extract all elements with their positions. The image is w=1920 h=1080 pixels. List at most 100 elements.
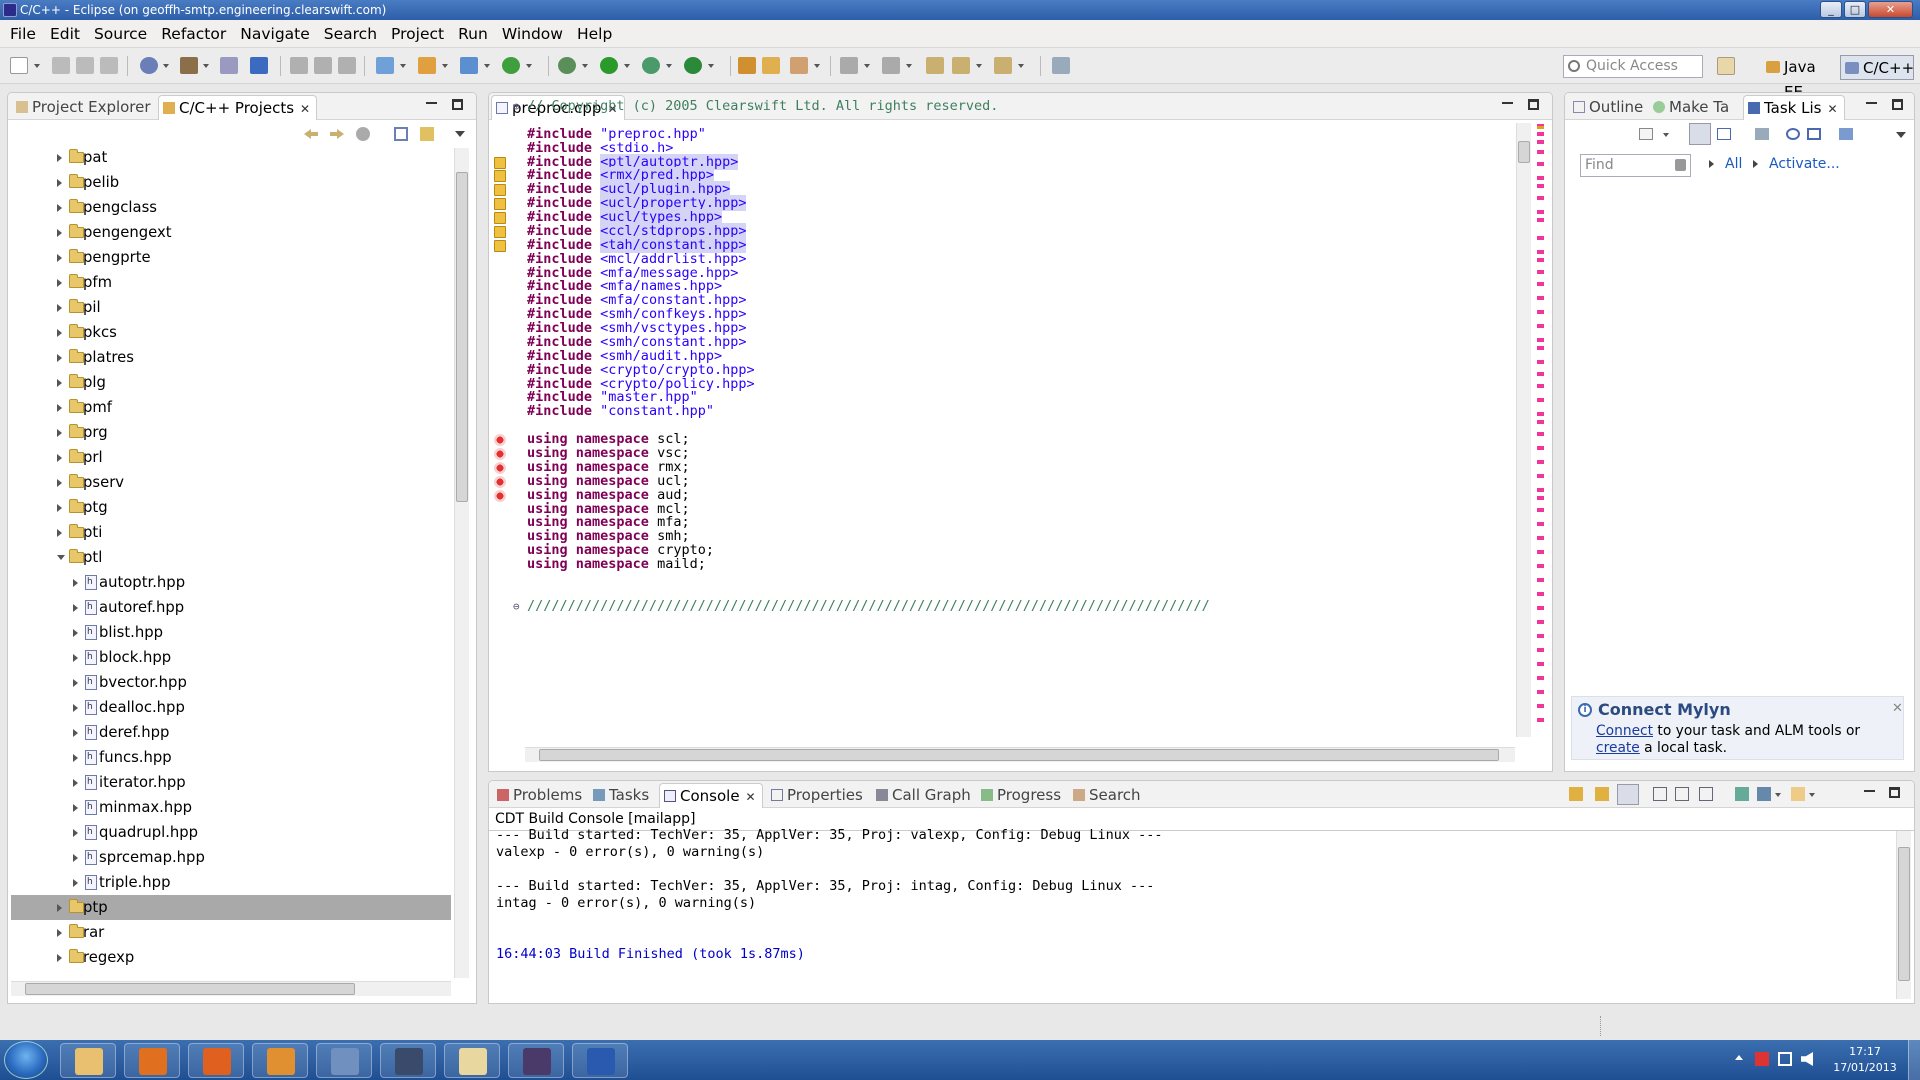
task-find-input[interactable]: Find: [1580, 154, 1691, 177]
overview-ruler-mark[interactable]: [1537, 140, 1544, 144]
collapsed-arrow-icon[interactable]: [57, 279, 62, 287]
tab-tasks[interactable]: Tasks: [589, 783, 649, 808]
error-marker-icon[interactable]: [494, 476, 506, 488]
tree-folder-item[interactable]: pat: [11, 145, 451, 170]
new-project-icon[interactable]: [376, 57, 394, 74]
collapsed-arrow-icon[interactable]: [73, 654, 78, 662]
tree-file-item[interactable]: iterator.hpp: [11, 770, 451, 795]
collapsed-arrow-icon[interactable]: [73, 679, 78, 687]
overview-ruler-mark[interactable]: [1537, 676, 1544, 680]
tree-folder-item[interactable]: pelib: [11, 170, 451, 195]
collapsed-arrow-icon[interactable]: [73, 754, 78, 762]
new-folder-icon[interactable]: [418, 57, 436, 74]
tab-outline[interactable]: Outline: [1569, 95, 1643, 120]
overview-ruler-mark[interactable]: [1537, 662, 1544, 666]
tree-hscroll-thumb[interactable]: [25, 983, 355, 995]
categorized-icon[interactable]: [1689, 123, 1711, 145]
tree-file-item[interactable]: triple.hpp: [11, 870, 451, 895]
forward-arrow-icon[interactable]: [994, 57, 1012, 74]
tree-folder-item[interactable]: pkcs: [11, 320, 451, 345]
open-perspective-icon[interactable]: [1717, 57, 1735, 75]
overview-ruler-mark[interactable]: [1537, 620, 1544, 624]
collapsed-arrow-icon[interactable]: [57, 179, 62, 187]
collapsed-arrow-icon[interactable]: [57, 479, 62, 487]
overview-ruler-mark[interactable]: [1537, 236, 1544, 240]
tree-file-item[interactable]: autoptr.hpp: [11, 570, 451, 595]
overview-ruler-mark[interactable]: [1537, 446, 1544, 450]
tree-file-item[interactable]: sprcemap.hpp: [11, 845, 451, 870]
overview-ruler-mark[interactable]: [1537, 338, 1544, 342]
start-button[interactable]: [4, 1041, 48, 1079]
error-marker-icon[interactable]: [494, 462, 506, 474]
refresh-icon[interactable]: [502, 57, 520, 74]
hide-completed-icon[interactable]: [1755, 128, 1769, 140]
maximize-console-icon[interactable]: [1889, 787, 1900, 798]
synchronize-icon[interactable]: [1839, 128, 1853, 140]
pin-editor-icon[interactable]: [1052, 57, 1070, 74]
last-edit-location-icon[interactable]: [926, 57, 944, 74]
tree-folder-item[interactable]: pmf: [11, 395, 451, 420]
warning-marker-icon[interactable]: [494, 212, 506, 224]
collapsed-arrow-icon[interactable]: [57, 904, 62, 912]
perspective-java-ee[interactable]: Java EE: [1762, 55, 1834, 101]
taskbar-virtualbox-button[interactable]: [316, 1043, 372, 1078]
collapsed-arrow-icon[interactable]: [73, 604, 78, 612]
menu-search[interactable]: Search: [317, 20, 384, 43]
overview-ruler-mark[interactable]: [1537, 384, 1544, 388]
overview-ruler-mark[interactable]: [1537, 324, 1544, 328]
tab-search[interactable]: Search: [1069, 783, 1141, 808]
run-icon[interactable]: [600, 57, 618, 74]
overview-ruler-mark[interactable]: [1537, 420, 1544, 424]
tree-folder-item[interactable]: pil: [11, 295, 451, 320]
tree-folder-item[interactable]: ptp: [11, 895, 451, 920]
new-task-icon[interactable]: [1639, 128, 1653, 140]
tab-make-targets[interactable]: Make Ta: [1649, 95, 1729, 120]
collapsed-arrow-icon[interactable]: [57, 504, 62, 512]
overview-ruler-mark[interactable]: [1537, 522, 1544, 526]
open-resource-icon[interactable]: [762, 57, 780, 74]
taskbar-media-player-button[interactable]: [124, 1043, 180, 1078]
taskbar-word-button[interactable]: [572, 1043, 628, 1078]
error-marker-icon[interactable]: [494, 434, 506, 446]
scroll-lock-icon[interactable]: [1569, 787, 1583, 801]
tree-folder-item[interactable]: ptg: [11, 495, 451, 520]
tab-properties[interactable]: Properties: [767, 783, 863, 808]
quick-access-input[interactable]: Quick Access: [1563, 55, 1703, 78]
taskbar-java-ee-ide-button[interactable]: [508, 1043, 564, 1078]
menu-navigate[interactable]: Navigate: [233, 20, 317, 43]
taskbar-clock[interactable]: 17:17 17/01/2013: [1820, 1044, 1910, 1076]
collapsed-arrow-icon[interactable]: [57, 529, 62, 537]
overview-ruler-mark[interactable]: [1537, 210, 1544, 214]
maximize-editor-icon[interactable]: [1528, 99, 1539, 110]
tab-task-list[interactable]: Task Lis ✕: [1743, 95, 1845, 120]
overview-ruler-mark[interactable]: [1537, 550, 1544, 554]
collapsed-arrow-icon[interactable]: [57, 429, 62, 437]
overview-ruler-mark[interactable]: [1537, 634, 1544, 638]
tree-folder-item[interactable]: platres: [11, 345, 451, 370]
task-view-menu-icon[interactable]: [1896, 132, 1906, 138]
overview-ruler-mark[interactable]: [1537, 360, 1544, 364]
new-console-icon[interactable]: [1791, 787, 1805, 801]
overview-ruler-mark[interactable]: [1537, 250, 1544, 254]
back-nav-icon[interactable]: [304, 129, 318, 139]
overview-ruler-mark[interactable]: [1537, 270, 1544, 274]
collapse-tasks-icon[interactable]: [1807, 128, 1821, 140]
error-marker-icon[interactable]: [494, 448, 506, 460]
overview-ruler-mark[interactable]: [1537, 690, 1544, 694]
taskbar-explorer-button[interactable]: [60, 1043, 116, 1078]
overview-ruler-mark[interactable]: [1537, 310, 1544, 314]
overview-ruler-mark[interactable]: [1537, 432, 1544, 436]
close-window-button[interactable]: ✕: [1868, 1, 1913, 18]
pin-console-icon[interactable]: [1617, 784, 1639, 805]
taskbar-firefox-button[interactable]: [188, 1043, 244, 1078]
menu-edit[interactable]: Edit: [43, 20, 87, 43]
open-console-icon[interactable]: [1735, 787, 1749, 801]
collapsed-arrow-icon[interactable]: [57, 354, 62, 362]
tree-folder-item[interactable]: pserv: [11, 470, 451, 495]
overview-ruler-mark[interactable]: [1537, 150, 1544, 154]
minimize-window-button[interactable]: _: [1820, 1, 1842, 18]
overview-ruler-mark[interactable]: [1537, 496, 1544, 500]
connect-link[interactable]: Connect: [1596, 723, 1653, 739]
menu-help[interactable]: Help: [570, 20, 619, 43]
tree-folder-item[interactable]: prg: [11, 420, 451, 445]
